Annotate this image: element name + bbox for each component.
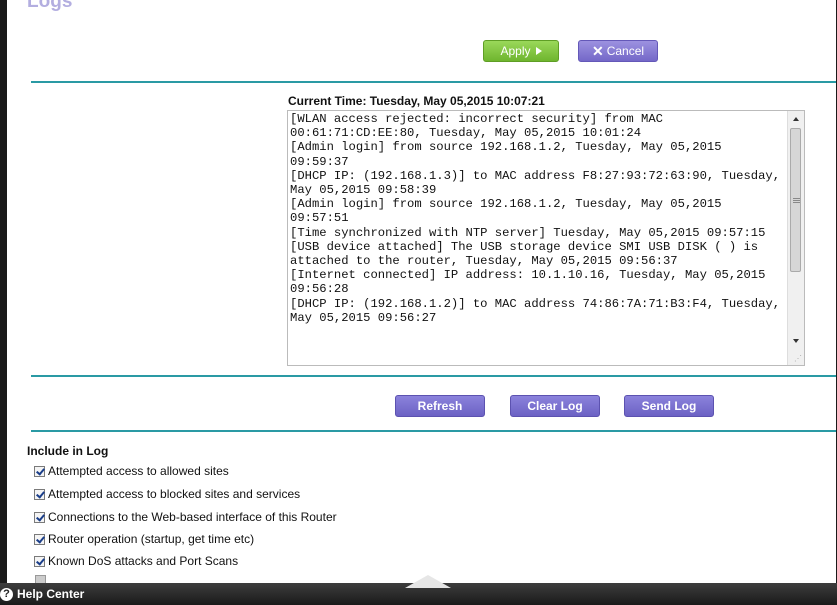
resize-grip-icon[interactable]: ⋰ — [794, 355, 802, 363]
play-arrow-icon — [535, 47, 542, 55]
option-label: Attempted access to allowed sites — [48, 464, 229, 478]
option-label: Known DoS attacks and Port Scans — [48, 554, 239, 568]
log-scrollbar[interactable] — [787, 111, 804, 365]
content-frame: Logs Apply ✕ Cancel Current Time: Tuesda… — [7, 0, 836, 583]
option-blocked-sites[interactable]: Attempted access to blocked sites and se… — [34, 485, 300, 503]
option-dos-attacks[interactable]: Known DoS attacks and Port Scans — [34, 552, 238, 570]
apply-label: Apply — [500, 44, 531, 58]
refresh-button[interactable]: Refresh — [395, 395, 485, 417]
checkbox-checked[interactable] — [34, 488, 45, 500]
help-icon: ? — [0, 587, 13, 601]
help-center-label: Help Center — [17, 587, 85, 601]
grip-icon — [793, 197, 800, 204]
include-in-log-heading: Include in Log — [27, 444, 109, 458]
scroll-down-icon[interactable] — [793, 339, 799, 343]
option-label: Connections to the Web-based interface o… — [48, 510, 337, 524]
clear-log-button[interactable]: Clear Log — [510, 395, 600, 417]
option-router-operation[interactable]: Router operation (startup, get time etc) — [34, 530, 254, 548]
checkbox-checked[interactable] — [34, 465, 45, 477]
option-allowed-sites[interactable]: Attempted access to allowed sites — [34, 462, 229, 480]
cancel-button[interactable]: ✕ Cancel — [578, 40, 658, 62]
divider-top — [31, 81, 836, 83]
divider-middle — [31, 375, 836, 377]
checkbox-checked[interactable] — [34, 511, 45, 523]
divider-bottom — [31, 430, 836, 432]
cancel-label: Cancel — [606, 44, 645, 58]
checkbox-checked[interactable] — [34, 533, 45, 545]
close-icon: ✕ — [591, 43, 604, 59]
page-title: Logs — [27, 0, 73, 12]
option-label: Router operation (startup, get time etc) — [48, 532, 255, 546]
option-label: Attempted access to blocked sites and se… — [48, 487, 301, 501]
checkbox-checked[interactable] — [34, 555, 45, 567]
footer-bar: ? Help Center — [0, 575, 837, 605]
help-center-link[interactable]: ? Help Center — [0, 585, 84, 603]
send-log-button[interactable]: Send Log — [624, 395, 714, 417]
log-content: [WLAN access rejected: incorrect securit… — [290, 112, 781, 325]
current-time: Current Time: Tuesday, May 05,2015 10:07… — [288, 94, 545, 108]
apply-button[interactable]: Apply — [483, 40, 559, 62]
log-textarea[interactable]: [WLAN access rejected: incorrect securit… — [287, 110, 805, 366]
expand-up-arrow-icon[interactable] — [405, 575, 451, 588]
scroll-thumb[interactable] — [790, 128, 801, 272]
checkbox-partially-visible[interactable] — [35, 575, 46, 583]
option-web-interface-connections[interactable]: Connections to the Web-based interface o… — [34, 508, 337, 526]
scroll-up-icon[interactable] — [793, 117, 799, 121]
